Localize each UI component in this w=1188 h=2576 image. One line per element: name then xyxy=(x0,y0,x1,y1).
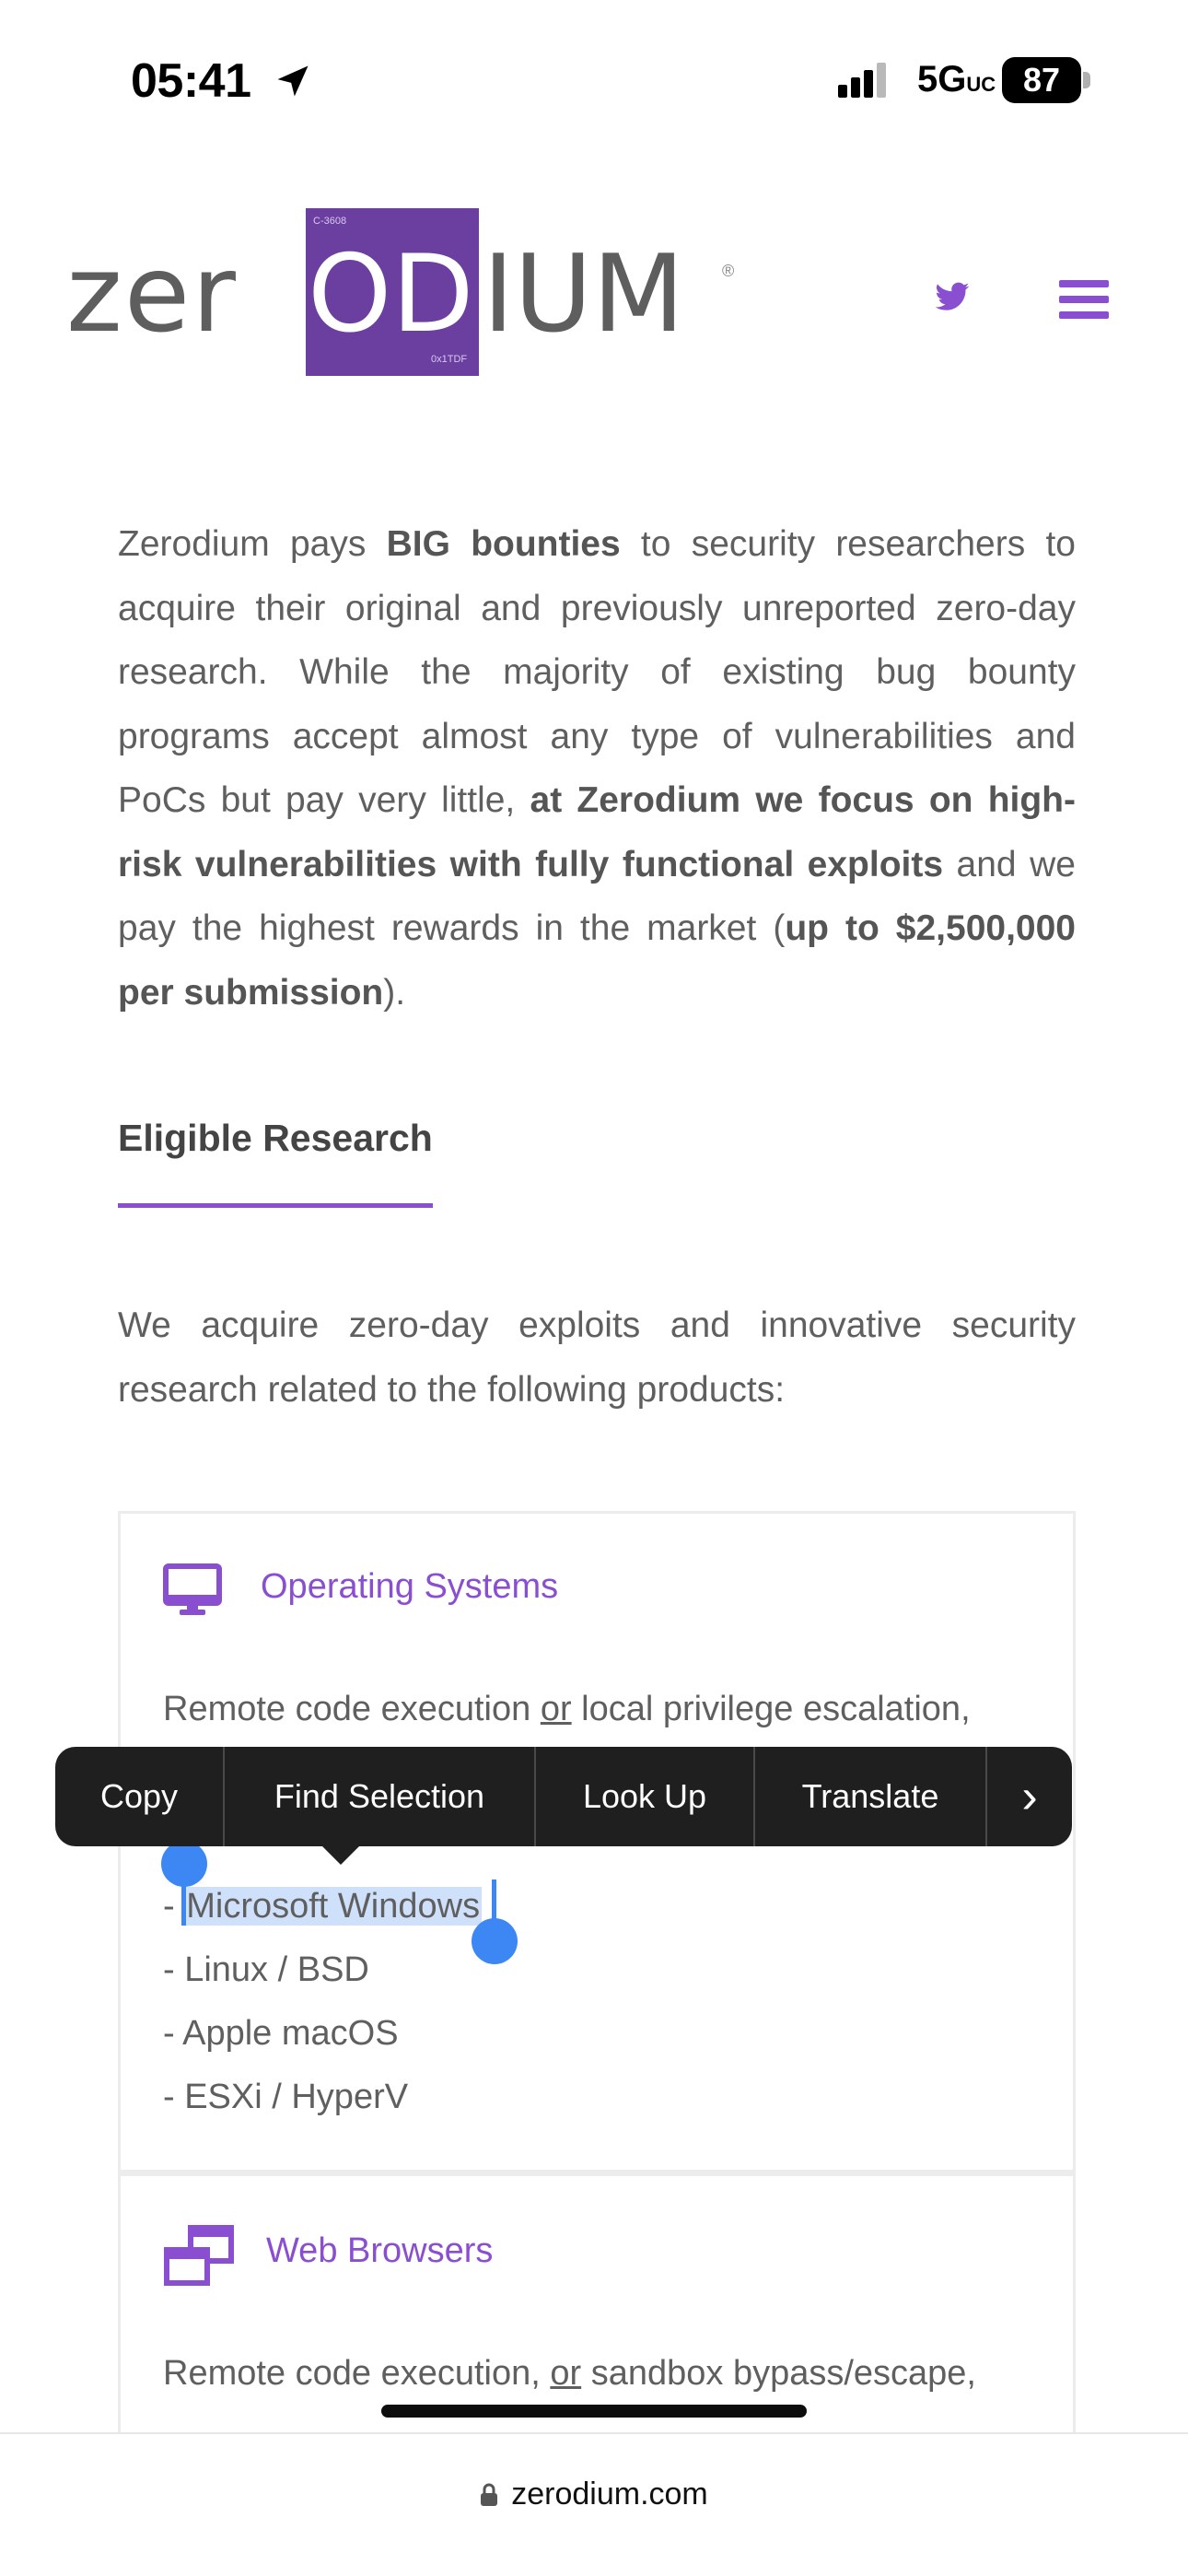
url-text[interactable]: zerodium.com xyxy=(511,2476,708,2512)
list-item: - Microsoft Windows xyxy=(163,1887,483,1926)
text-selection-context-menu: Copy Find Selection Look Up Translate › xyxy=(55,1747,1072,1846)
status-bar: 05:41 5GUC 87 xyxy=(0,0,1188,157)
location-arrow-icon xyxy=(277,65,309,97)
card-title-web-browsers[interactable]: Web Browsers xyxy=(266,2231,493,2271)
registered-mark: ® xyxy=(722,262,735,280)
network-type: 5GUC xyxy=(917,59,996,100)
menu-item-look-up[interactable]: Look Up xyxy=(536,1747,755,1846)
menu-item-translate[interactable]: Translate xyxy=(755,1747,987,1846)
os-list: - Microsoft Windows - Linux / BSD - Appl… xyxy=(163,1875,483,2129)
logo-small-top-text: C-3608 xyxy=(313,216,347,227)
eligible-lead-paragraph: We acquire zero-day exploits and innovat… xyxy=(118,1306,1076,1410)
lock-icon xyxy=(481,2483,498,2506)
windows-stack-icon xyxy=(164,2225,234,2286)
logo-text-mid: OD xyxy=(308,232,474,357)
battery-tip xyxy=(1083,72,1090,88)
logo-text-right: IUM xyxy=(483,232,685,357)
menu-item-copy[interactable]: Copy xyxy=(55,1747,225,1846)
selected-text[interactable]: Microsoft Windows xyxy=(184,1887,483,1926)
battery-indicator: 87 xyxy=(1002,57,1090,103)
section-title-eligible-research: Eligible Research xyxy=(118,1117,433,1159)
clock: 05:41 xyxy=(131,54,251,108)
selection-start-handle[interactable] xyxy=(161,1841,207,1887)
list-item: - Apple macOS xyxy=(163,2014,399,2053)
context-menu-pointer xyxy=(320,1844,361,1865)
battery-level: 87 xyxy=(1002,57,1081,103)
web-description: Remote code execution, or sandbox bypass… xyxy=(163,2354,976,2393)
section-divider xyxy=(118,1203,433,1208)
selection-end-handle[interactable] xyxy=(472,1918,518,1964)
os-description: Remote code execution or local privilege… xyxy=(163,1690,971,1728)
intro-paragraph: Zerodium pays BIG bounties to security r… xyxy=(118,524,1077,1013)
zerodium-logo[interactable]: C-3608 0x1TDF zer OD IUM ® xyxy=(66,208,748,378)
list-item: - Linux / BSD xyxy=(163,1950,369,1989)
monitor-icon xyxy=(163,1563,222,1615)
browser-address-bar[interactable]: zerodium.com xyxy=(0,2432,1188,2576)
url-display[interactable]: zerodium.com xyxy=(0,2476,1188,2512)
menu-item-find-selection[interactable]: Find Selection xyxy=(225,1747,536,1846)
cellular-signal-icon xyxy=(838,63,886,98)
card-title-operating-systems[interactable]: Operating Systems xyxy=(261,1567,558,1607)
twitter-icon[interactable] xyxy=(934,282,971,313)
hamburger-menu-icon[interactable] xyxy=(1059,278,1109,321)
menu-more-chevron-icon[interactable]: › xyxy=(987,1747,1072,1846)
logo-text-left: zer xyxy=(66,232,238,357)
list-item: - ESXi / HyperV xyxy=(163,2078,409,2116)
home-indicator[interactable] xyxy=(381,2405,807,2418)
